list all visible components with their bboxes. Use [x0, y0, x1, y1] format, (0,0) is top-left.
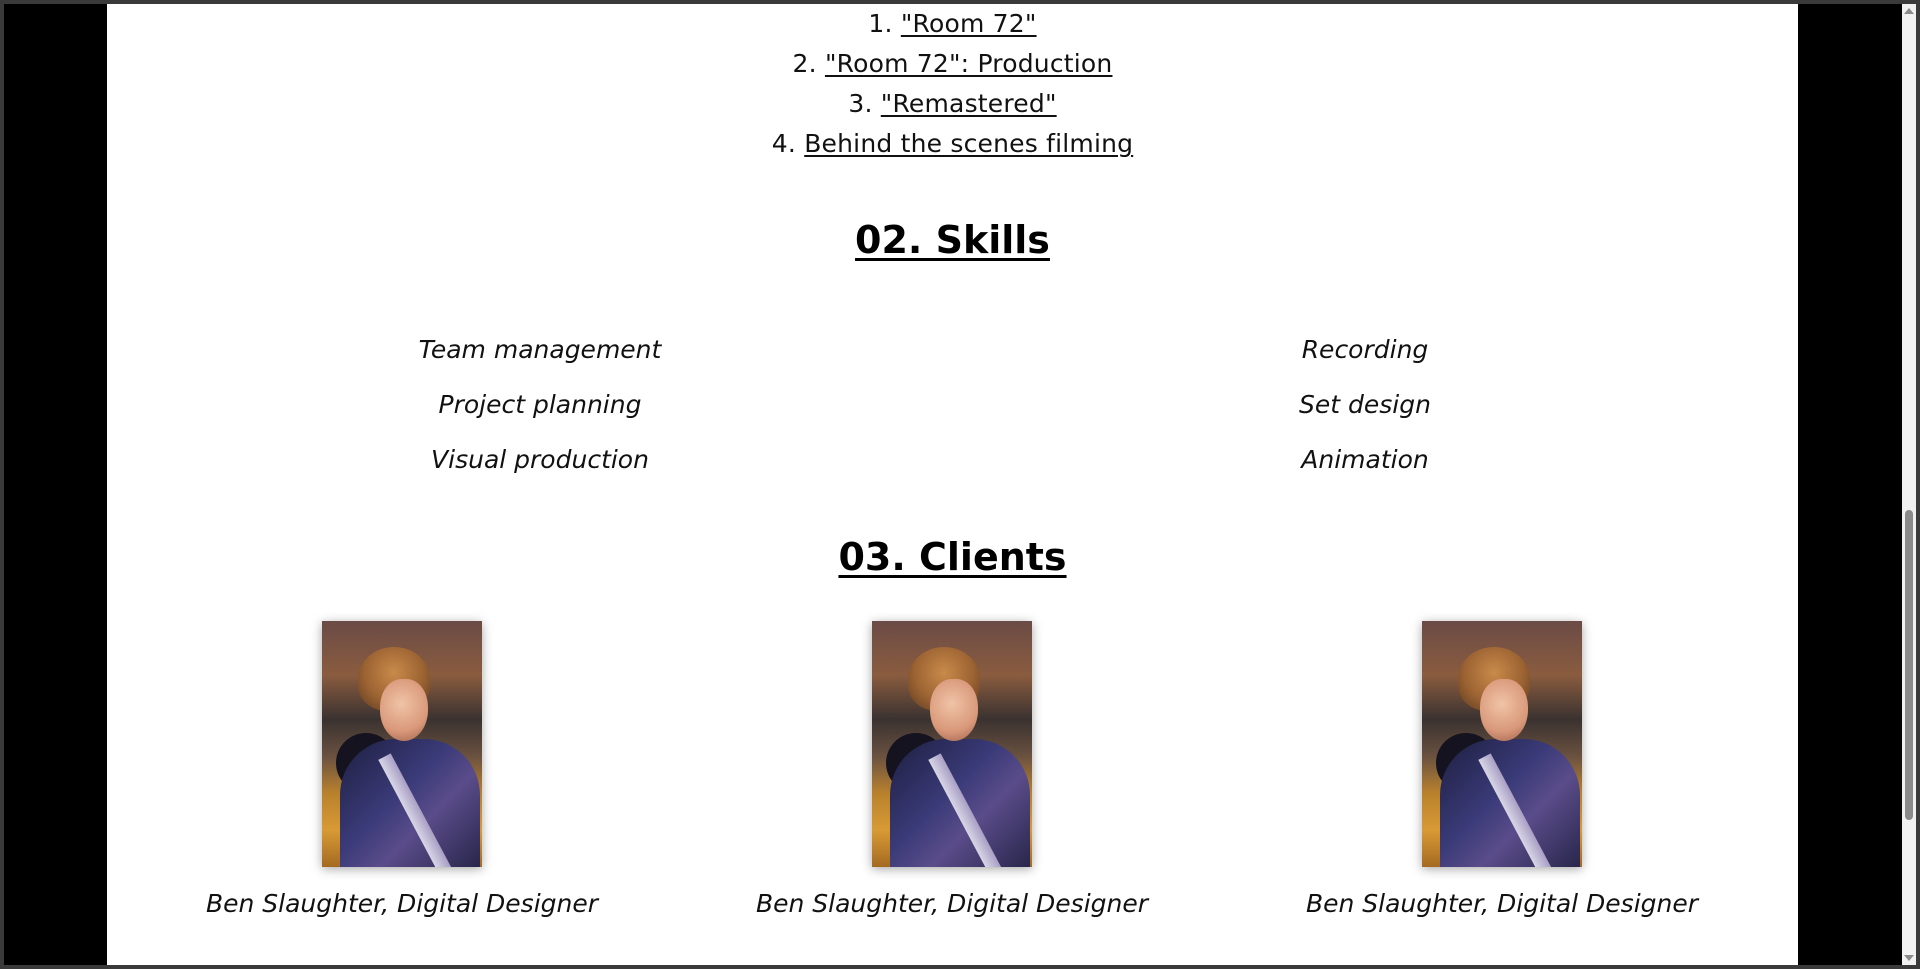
work-link-room-72[interactable]: "Room 72"	[901, 9, 1037, 38]
list-number: 1.	[868, 9, 893, 38]
list-number: 2.	[792, 49, 817, 78]
work-link-remastered[interactable]: "Remastered"	[881, 89, 1057, 118]
skill-item: Animation	[1301, 445, 1429, 474]
list-item: 2. "Room 72": Production	[107, 44, 1798, 84]
skill-item: Visual production	[431, 445, 649, 474]
list-item: 3. "Remastered"	[107, 84, 1798, 124]
skills-heading: 02. Skills	[855, 218, 1050, 262]
client-photo	[322, 621, 482, 867]
client-photo	[1422, 621, 1582, 867]
client-card: Ben Slaughter, Digital Designer	[727, 621, 1177, 918]
clients-heading: 03. Clients	[838, 535, 1067, 579]
portfolio-page: 1. "Room 72" 2. "Room 72": Production 3.…	[107, 4, 1798, 965]
skill-item: Recording	[1301, 335, 1429, 364]
skills-list-right: Recording Set design Animation	[1165, 322, 1565, 487]
scroll-up-icon[interactable]	[1904, 8, 1914, 14]
scroll-down-icon[interactable]	[1904, 955, 1914, 961]
work-link-behind-the-scenes[interactable]: Behind the scenes filming	[804, 129, 1133, 158]
vertical-scrollbar[interactable]	[1902, 4, 1916, 965]
client-caption: Ben Slaughter, Digital Designer	[755, 889, 1149, 918]
client-caption: Ben Slaughter, Digital Designer	[205, 889, 599, 918]
list-item: 1. "Room 72"	[107, 4, 1798, 44]
list-item: 4. Behind the scenes filming	[107, 124, 1798, 164]
client-card: Ben Slaughter, Digital Designer	[1277, 621, 1727, 918]
client-card: Ben Slaughter, Digital Designer	[177, 621, 627, 918]
skills-list-left: Team management Project planning Visual …	[340, 322, 740, 487]
works-list: 1. "Room 72" 2. "Room 72": Production 3.…	[107, 4, 1798, 164]
skill-item: Project planning	[438, 390, 642, 419]
client-photo	[872, 621, 1032, 867]
skill-item: Set design	[1299, 390, 1431, 419]
skill-item: Team management	[418, 335, 662, 364]
client-caption: Ben Slaughter, Digital Designer	[1305, 889, 1699, 918]
scrollbar-thumb[interactable]	[1905, 510, 1913, 820]
list-number: 3.	[848, 89, 873, 118]
work-link-room-72-production[interactable]: "Room 72": Production	[825, 49, 1113, 78]
list-number: 4.	[771, 129, 797, 158]
